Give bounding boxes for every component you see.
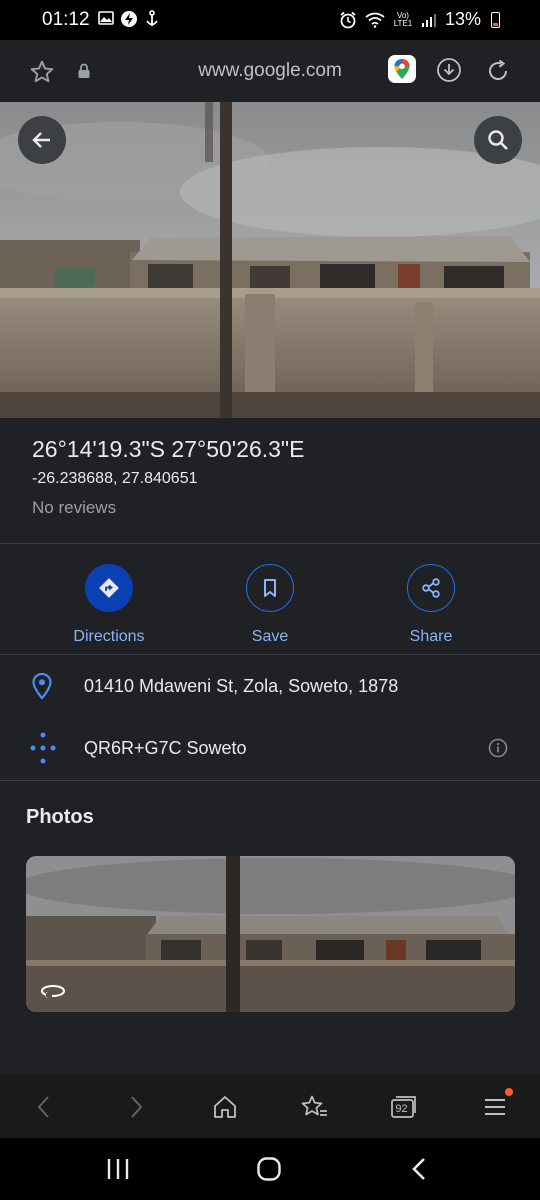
anchor-icon: [146, 10, 158, 26]
menu-notification-dot: [505, 1088, 513, 1096]
menu-icon: [485, 1099, 505, 1115]
photo-thumbnail[interactable]: [26, 856, 515, 1012]
street-view-image[interactable]: [0, 102, 540, 418]
home-button[interactable]: [209, 1092, 241, 1122]
wifi-icon: [365, 12, 385, 28]
directions-icon: [85, 564, 133, 612]
coordinates-dms: 26°14'19.3"S 27°50'26.3"E: [32, 436, 305, 462]
browser-back-button[interactable]: [28, 1092, 60, 1122]
home-system-button[interactable]: [256, 1156, 282, 1182]
share-button[interactable]: Share: [371, 564, 491, 646]
street-view-thumbnail: [26, 856, 515, 1012]
plus-code-row[interactable]: QR6R+G7C Soweto: [0, 718, 540, 778]
menu-button[interactable]: [479, 1088, 513, 1122]
reload-icon[interactable]: [484, 57, 512, 85]
status-bar: 01:12 Vo) LTE1 13%: [0, 0, 540, 40]
home-icon: [214, 1096, 236, 1118]
back-button[interactable]: [18, 116, 66, 164]
divider: [0, 654, 540, 655]
chevron-right-icon: [131, 1096, 143, 1118]
browser-url-bar: www.google.com: [0, 40, 540, 102]
recent-apps-icon: [107, 1159, 129, 1179]
place-panel: 26°14'19.3"S 27°50'26.3"E -26.238688, 27…: [0, 418, 540, 1074]
save-label: Save: [251, 628, 289, 645]
battery-percent: 13%: [444, 9, 481, 29]
browser-toolbar: 92: [0, 1074, 540, 1138]
plus-code-icon: [30, 732, 56, 764]
tab-count: 92: [395, 1103, 408, 1115]
battery-icon: [491, 11, 500, 28]
search-icon: [488, 130, 508, 150]
street-view-360-icon: [38, 982, 68, 1002]
share-label: Share: [409, 628, 453, 645]
search-button[interactable]: [474, 116, 522, 164]
plus-code-text: QR6R+G7C Soweto: [84, 738, 247, 758]
chevron-left-icon: [37, 1096, 49, 1118]
location-pin-icon: [30, 672, 54, 700]
bolt-icon: [121, 11, 137, 27]
divider: [0, 780, 540, 781]
notification-icons: [98, 10, 160, 28]
signal-icon: [421, 13, 436, 27]
browser-forward-button[interactable]: [120, 1092, 152, 1122]
divider: [0, 543, 540, 544]
star-list-icon: [301, 1095, 327, 1116]
address-row[interactable]: 01410 Mdaweni St, Zola, Soweto, 1878: [0, 656, 540, 716]
coordinates-decimal: -26.238688, 27.840651: [32, 470, 198, 487]
status-time: 01:12: [42, 9, 90, 30]
home-circle-icon: [257, 1157, 281, 1181]
bookmarks-button[interactable]: [298, 1092, 330, 1122]
arrow-back-icon: [32, 132, 50, 148]
system-status-icons: Vo) LTE1 13%: [339, 9, 500, 30]
photos-heading: Photos: [26, 806, 94, 828]
download-icon[interactable]: [436, 57, 462, 83]
share-icon: [407, 564, 455, 612]
alarm-icon: [340, 11, 356, 28]
back-system-button[interactable]: [408, 1156, 432, 1182]
network-label: Vo) LTE1: [393, 10, 413, 28]
tabs-button[interactable]: 92: [388, 1092, 420, 1122]
gallery-icon: [98, 11, 114, 25]
bookmark-icon: [246, 564, 294, 612]
back-chevron-icon: [412, 1158, 425, 1180]
save-button[interactable]: Save: [210, 564, 330, 646]
reviews-text: No reviews: [32, 498, 117, 517]
system-navigation-bar: [0, 1138, 540, 1200]
maps-app-icon[interactable]: [388, 55, 416, 83]
recent-apps-button[interactable]: [104, 1156, 132, 1182]
directions-label: Directions: [73, 628, 145, 645]
directions-button[interactable]: Directions: [49, 564, 169, 646]
street-view-scene: [0, 102, 540, 418]
info-icon[interactable]: [488, 738, 508, 758]
address-text: 01410 Mdaweni St, Zola, Soweto, 1878: [84, 676, 399, 696]
